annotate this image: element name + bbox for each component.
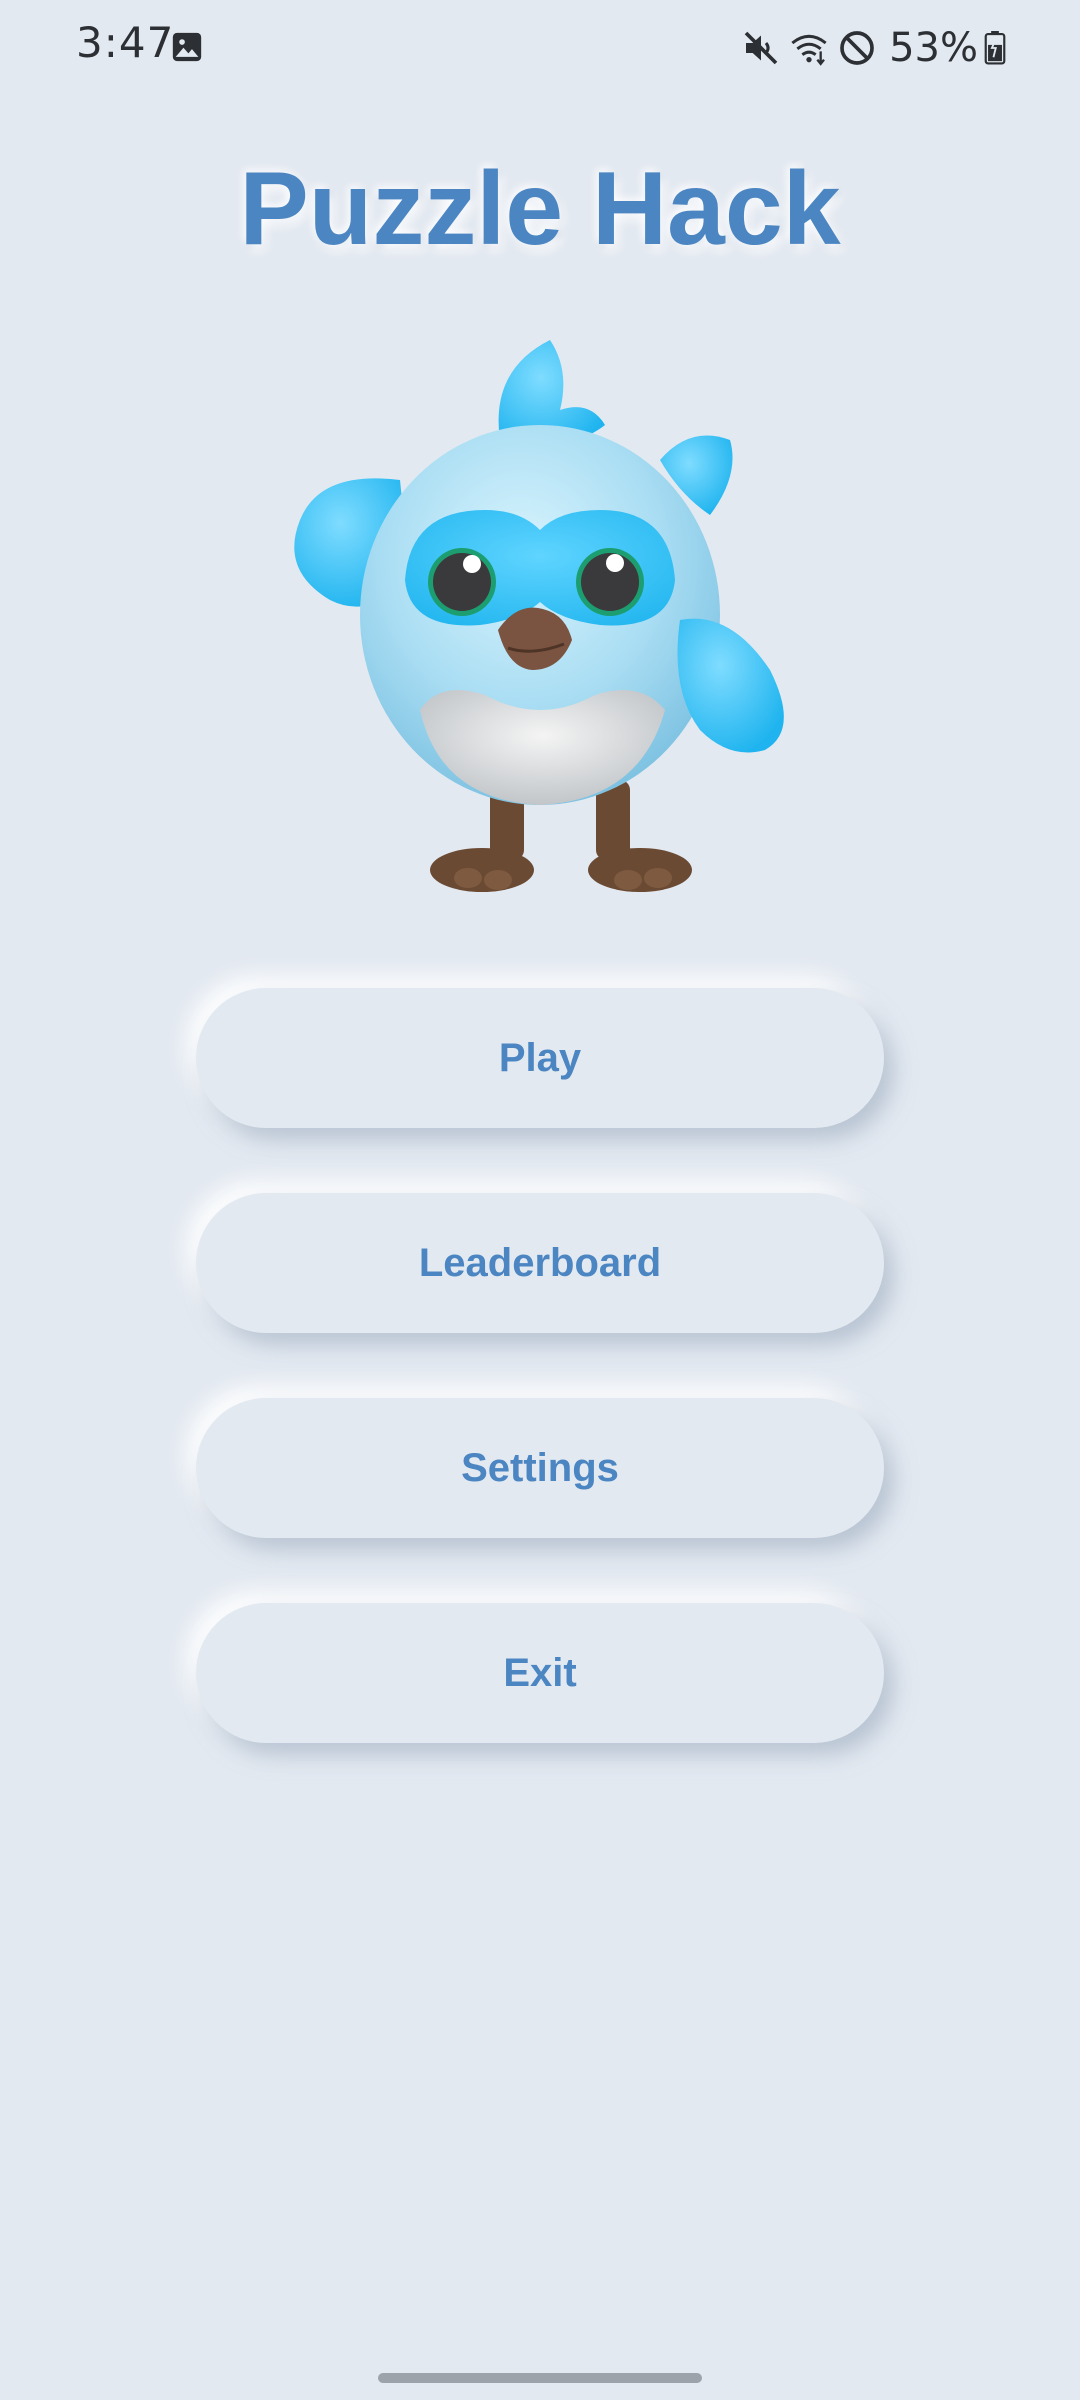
do-not-disturb-icon [840, 31, 874, 65]
play-button[interactable]: Play [196, 988, 884, 1128]
home-indicator[interactable] [378, 2373, 702, 2383]
status-bar: 3:47 53% [0, 0, 1080, 96]
battery-percent: 53% [889, 25, 978, 71]
status-time: 3:47 [76, 18, 175, 67]
blue-bird-mascot [294, 340, 784, 892]
gallery-icon [172, 32, 202, 62]
settings-button[interactable]: Settings [196, 1398, 884, 1538]
status-icons: 53% [733, 18, 1006, 78]
mute-icon [744, 31, 778, 65]
exit-button[interactable]: Exit [196, 1603, 884, 1743]
battery-icon [984, 31, 1006, 65]
leaderboard-button[interactable]: Leaderboard [196, 1193, 884, 1333]
wifi-icon [791, 34, 827, 66]
app-title: Puzzle Hack [239, 151, 841, 267]
